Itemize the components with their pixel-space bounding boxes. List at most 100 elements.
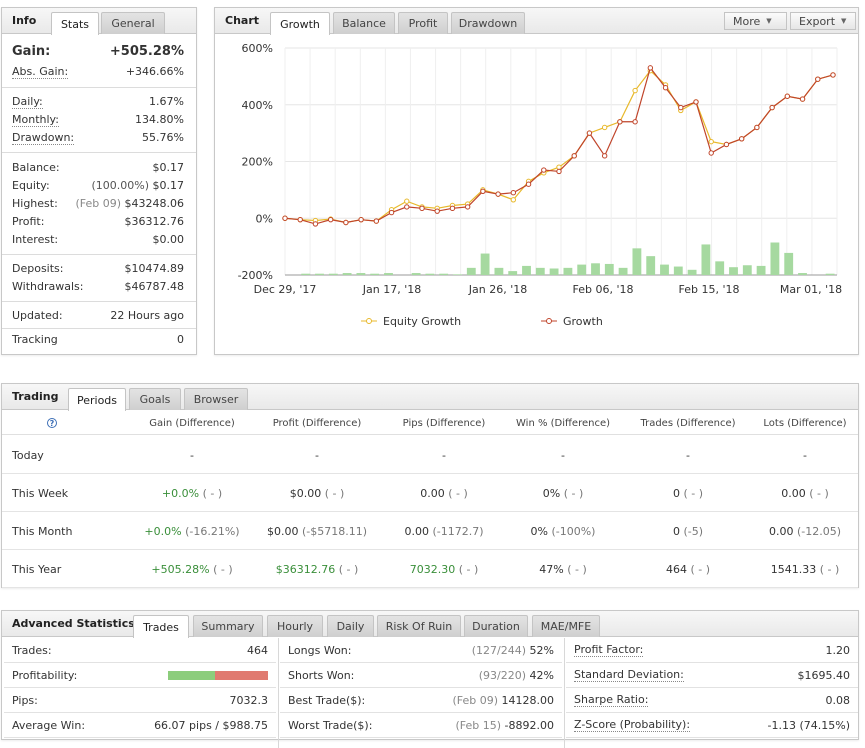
cell-win: 0% (-100%)	[493, 525, 633, 538]
series-line-growth	[284, 66, 834, 225]
cell-win: 47% ( - )	[493, 563, 633, 576]
divider	[2, 254, 196, 255]
drawdown-label: Drawdown:	[12, 130, 75, 145]
tab-goals-label: Goals	[139, 393, 171, 406]
adv-average-win-value: 66.07 pips / $988.75	[154, 718, 268, 732]
y-tick-label: 600%	[242, 42, 273, 55]
chevron-down-icon: ▼	[766, 17, 772, 25]
chart-bar	[673, 266, 683, 275]
tab-hourly[interactable]: Hourly	[267, 615, 323, 637]
chart-bar	[315, 273, 324, 275]
tab-trades[interactable]: Trades	[133, 615, 189, 638]
data-point	[373, 218, 380, 224]
cell-gain-difference: (-16.21%)	[185, 525, 240, 538]
chart-bar	[770, 242, 780, 275]
cell-gain-value: +0.0%	[144, 525, 182, 538]
tab-daily[interactable]: Daily	[327, 615, 374, 637]
chart-bar	[411, 273, 421, 275]
export-button[interactable]: Export ▼	[790, 12, 856, 30]
cell-trades-value: 0	[672, 525, 680, 538]
growth-chart: 600% 400% 200% 0% -200%Dec 29, '17 Jan 17, '1…	[238, 42, 843, 328]
tab-growth[interactable]: Growth	[270, 12, 330, 35]
advanced-panel-header: Advanced Statistics Trades Summary Hourl…	[2, 611, 858, 638]
divider	[2, 328, 196, 329]
adv-std-dev-row: Standard Deviation: $1695.40	[566, 663, 858, 688]
cell-lots: 1541.33 ( - )	[735, 563, 865, 576]
x-tick-label: Jan 17, '18	[362, 283, 421, 296]
cell-gain-value: -	[190, 449, 194, 462]
tab-hourly-label: Hourly	[276, 620, 314, 633]
cell-win-difference: ( - )	[567, 563, 587, 576]
adv-best-trade-label: Best Trade($):	[288, 693, 366, 707]
data-point	[662, 85, 669, 91]
tab-general[interactable]: General	[101, 12, 165, 34]
chart-bar	[370, 273, 380, 275]
adv-average-win-label: Average Win:	[12, 718, 86, 732]
cell-pips-difference: (-1172.7)	[432, 525, 484, 538]
profitability-win-segment	[168, 670, 215, 680]
adv-sharpe-value: 0.08	[825, 693, 851, 707]
tab-risk-of-ruin-label: Risk Of Ruin	[385, 620, 453, 633]
chart-bar	[591, 263, 600, 275]
help-icon[interactable]: ?	[47, 418, 57, 428]
period-label: This Week	[12, 487, 69, 500]
more-button[interactable]: More ▼	[724, 12, 787, 30]
tab-summary[interactable]: Summary	[193, 615, 263, 637]
adv-std-dev-label: Standard Deviation:	[574, 668, 684, 682]
tab-drawdown[interactable]: Drawdown	[451, 12, 525, 34]
advanced-title: Advanced Statistics	[12, 617, 135, 630]
cell-profit-value: $36312.76	[275, 563, 336, 576]
tab-risk-of-ruin[interactable]: Risk Of Ruin	[377, 615, 461, 637]
tab-stats[interactable]: Stats	[51, 12, 99, 35]
cell-gain: +505.28% ( - )	[122, 563, 262, 576]
cell-lots-value: 1541.33	[770, 563, 817, 576]
cell-win: 0% ( - )	[493, 487, 633, 500]
interest-label: Interest:	[12, 233, 59, 246]
cell-gain-difference: ( - )	[213, 563, 233, 576]
balance-row: Balance: $0.17	[12, 159, 184, 176]
tab-daily-label: Daily	[336, 620, 365, 633]
data-point	[799, 96, 806, 102]
adv-trades-value: 464	[247, 643, 268, 657]
x-tick-label: Feb 06, '18	[573, 283, 634, 296]
cell-profit: $0.00 ( - )	[247, 487, 387, 500]
adv-worst-trade-note: (Feb 15)	[455, 718, 502, 732]
chart-bar	[522, 265, 531, 275]
adv-sharpe-label: Sharpe Ratio:	[574, 693, 649, 707]
cell-lots-value: -	[803, 449, 807, 462]
chart-bar	[508, 271, 518, 275]
data-point	[464, 204, 471, 210]
data-point	[708, 150, 714, 156]
tab-browser[interactable]: Browser	[184, 388, 248, 410]
adv-worst-trade-label: Worst Trade($):	[288, 718, 373, 732]
gain-value: +505.28%	[109, 44, 184, 59]
tab-mae-mfe[interactable]: MAE/MFE	[532, 615, 600, 637]
tracking-row: Tracking 0	[12, 331, 184, 348]
deposits-value: $10474.89	[124, 262, 185, 275]
adv-profitability-label: Profitability:	[12, 668, 78, 682]
tab-profit[interactable]: Profit	[398, 12, 448, 34]
cell-lots: -	[735, 449, 865, 462]
chart-bar	[480, 253, 490, 275]
withdrawals-value: $46787.48	[124, 280, 185, 293]
interest-value: $0.00	[152, 233, 185, 246]
adv-shorts-won-row: Shorts Won: (93/220) 42%	[280, 663, 562, 688]
period-label: This Year	[12, 563, 62, 576]
cell-win-difference: ( - )	[563, 487, 584, 500]
tab-balance[interactable]: Balance	[333, 12, 395, 34]
tab-periods[interactable]: Periods	[68, 388, 126, 411]
tab-goals[interactable]: Goals	[129, 388, 181, 410]
data-point	[708, 138, 714, 145]
chart-bar	[784, 252, 794, 275]
monthly-value: 134.80%	[135, 113, 184, 126]
data-point	[388, 209, 395, 216]
updated-row: Updated: 22 Hours ago	[12, 307, 184, 324]
table-row: This Month +0.0% (-16.21%) $0.00 (-$5718.1…	[2, 512, 858, 550]
chart-bar	[425, 273, 435, 275]
tab-duration[interactable]: Duration	[464, 615, 528, 637]
table-row: This Week +0.0% ( - ) $0.00 ( - ) 0.00 ( - …	[2, 474, 858, 512]
data-point	[556, 168, 562, 175]
equity-label: Equity:	[12, 179, 50, 192]
adv-average-win-row: Average Win: 66.07 pips / $988.75	[4, 713, 276, 738]
tab-growth-label: Growth	[280, 17, 320, 31]
